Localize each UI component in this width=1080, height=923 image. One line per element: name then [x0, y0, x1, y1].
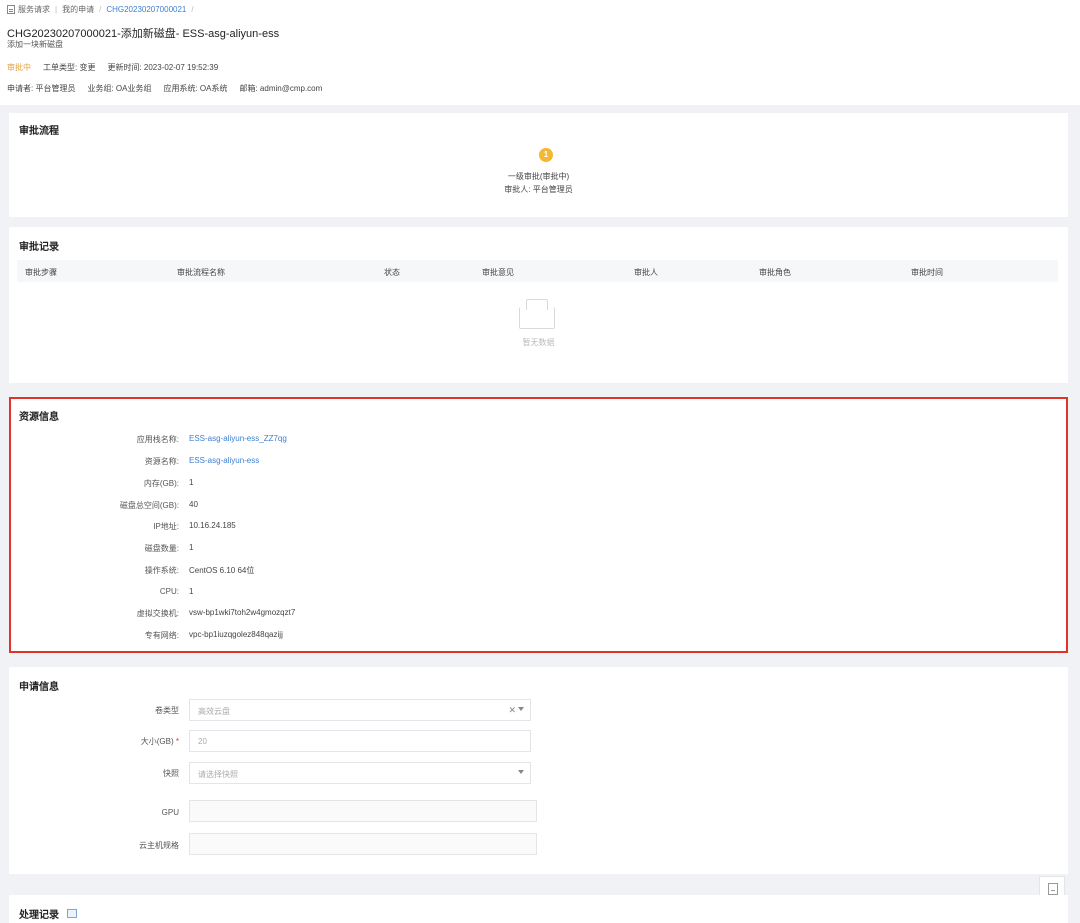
page-header: 服务请求 | 我的申请 / CHG20230207000021 / CHG202… — [0, 0, 1080, 105]
step-name: 一级审批(审批中) — [507, 172, 570, 181]
apply-info-title: 申请信息 — [19, 682, 59, 693]
process-records-card: 处理记录 — [9, 895, 1068, 923]
volume-type-value: 高效云盘 — [198, 707, 230, 716]
size-value: 20 — [198, 737, 207, 746]
empty-text: 暂无数据 — [522, 338, 555, 347]
gpu-label: GPU — [161, 808, 179, 817]
resource-value: 10.16.24.185 — [189, 521, 236, 530]
resource-value: 1 — [189, 587, 194, 596]
update-time: 更新时间: 2023-02-07 19:52:39 — [107, 63, 219, 72]
resource-name-link[interactable]: ESS-asg-aliyun-ess — [189, 456, 259, 465]
snapshot-label: 快照 — [163, 769, 179, 778]
process-records-header: 处理记录 — [19, 906, 77, 921]
breadcrumb: 服务请求 | 我的申请 / CHG20230207000021 / — [7, 4, 199, 15]
breadcrumb-separator: | — [55, 5, 58, 14]
process-records-title: 处理记录 — [19, 910, 59, 921]
app-system: 应用系统: OA系统 — [163, 84, 228, 93]
volume-type-select[interactable]: 高效云盘 ✕ — [189, 699, 531, 721]
column-header: 审批流程名称 — [177, 268, 225, 277]
resource-label: 专有网络: — [144, 631, 179, 640]
volume-type-label: 卷类型 — [155, 706, 179, 715]
approval-flow-card: 审批流程 1 一级审批(审批中) 审批人: 平台管理员 — [9, 113, 1068, 217]
resource-value: vpc-bp1iuzqgolez848qazijj — [189, 630, 283, 639]
step-indicator: 1 — [539, 148, 553, 162]
resource-label: 应用栈名称: — [136, 435, 179, 444]
resource-value: 1 — [189, 478, 194, 487]
column-header: 审批时间 — [911, 268, 943, 277]
resource-label: 内存(GB): — [143, 479, 179, 488]
column-header: 审批步骤 — [25, 268, 57, 277]
size-label: 大小(GB) * — [9, 736, 179, 747]
size-input[interactable]: 20 — [189, 730, 531, 752]
resource-label: 磁盘总空间(GB): — [119, 501, 179, 510]
resource-label: 操作系统: — [144, 566, 179, 575]
breadcrumb-service-request[interactable]: 服务请求 — [18, 4, 50, 15]
spec-input[interactable] — [189, 833, 537, 855]
resource-info-card: 资源信息 应用栈名称: ESS-asg-aliyun-ess_ZZ7qg 资源名… — [9, 397, 1068, 653]
required-mark: * — [175, 737, 179, 746]
email: 邮箱: admin@cmp.com — [239, 84, 323, 93]
chevron-down-icon[interactable] — [518, 770, 524, 774]
breadcrumb-separator: / — [191, 5, 194, 14]
spec-label: 云主机规格 — [139, 841, 179, 850]
approval-records-title: 审批记录 — [19, 242, 59, 253]
apply-info-card: 申请信息 卷类型 高效云盘 ✕ 大小(GB) * 20 快照 请选择快照 GPU… — [9, 667, 1068, 874]
resource-value: 1 — [189, 543, 194, 552]
resource-label: IP地址: — [153, 522, 179, 531]
resource-value: CentOS 6.10 64位 — [189, 566, 255, 575]
gpu-input[interactable] — [189, 800, 537, 822]
table-header: 审批步骤 审批流程名称 状态 审批意见 审批人 审批角色 审批时间 — [17, 260, 1058, 282]
document-icon — [7, 5, 15, 14]
business-group: 业务组: OA业务组 — [87, 84, 152, 93]
approval-records-card: 审批记录 审批步骤 审批流程名称 状态 审批意见 审批人 审批角色 审批时间 暂… — [9, 227, 1068, 383]
order-type: 工单类型: 变更 — [43, 63, 96, 72]
resource-info-title: 资源信息 — [19, 412, 59, 423]
breadcrumb-my-application[interactable]: 我的申请 — [62, 4, 94, 15]
resource-label: CPU: — [159, 587, 179, 596]
step-approver: 审批人: 平台管理员 — [504, 185, 573, 194]
applicant-meta: 申请者: 平台管理员 业务组: OA业务组 应用系统: OA系统 邮箱: adm… — [7, 83, 322, 94]
records-icon[interactable] — [67, 909, 77, 918]
column-header: 审批意见 — [482, 268, 514, 277]
empty-box-icon — [519, 299, 555, 329]
resource-value: vsw-bp1wki7toh2w4gmozqzt7 — [189, 608, 296, 617]
approval-flow-title: 审批流程 — [19, 126, 59, 137]
resource-label: 资源名称: — [144, 457, 179, 466]
resource-label: 虚拟交换机: — [136, 609, 179, 618]
bookmark-icon — [1048, 883, 1058, 895]
snapshot-select[interactable]: 请选择快照 — [189, 762, 531, 784]
app-stack-link[interactable]: ESS-asg-aliyun-ess_ZZ7qg — [189, 434, 287, 443]
resource-value: 40 — [189, 500, 198, 509]
page-subtitle: 添加一块新磁盘 — [7, 40, 63, 49]
column-header: 审批人 — [634, 268, 658, 277]
snapshot-placeholder: 请选择快照 — [198, 770, 238, 779]
clear-icon[interactable]: ✕ — [508, 705, 516, 716]
column-header: 审批角色 — [759, 268, 791, 277]
breadcrumb-current[interactable]: CHG20230207000021 — [106, 5, 186, 14]
chevron-down-icon[interactable] — [518, 707, 524, 711]
applicant: 申请者: 平台管理员 — [7, 84, 76, 93]
size-label-text: 大小(GB) — [140, 737, 174, 746]
column-header: 状态 — [384, 268, 400, 277]
resource-label: 磁盘数量: — [144, 544, 179, 553]
status-badge: 审批中 — [7, 63, 31, 72]
breadcrumb-separator: / — [99, 5, 102, 14]
order-meta: 审批中 工单类型: 变更 更新时间: 2023-02-07 19:52:39 — [7, 62, 218, 73]
